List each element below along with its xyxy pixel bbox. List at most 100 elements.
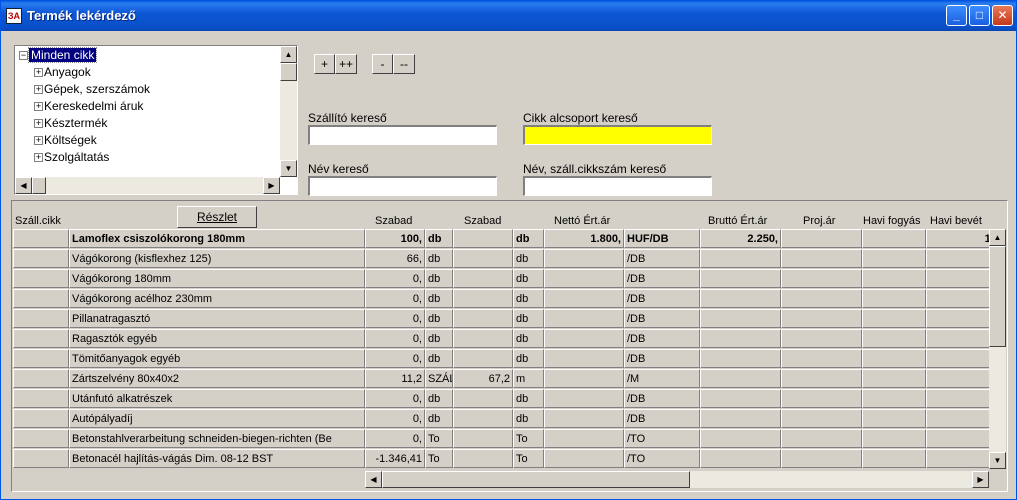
cell-inc[interactable]: [926, 369, 989, 388]
cell-inc[interactable]: [926, 349, 989, 368]
cell-net[interactable]: [544, 389, 624, 408]
cell-proj[interactable]: [781, 249, 862, 268]
cell-free[interactable]: 66,: [365, 249, 425, 268]
cell-cur[interactable]: /DB: [624, 249, 700, 268]
cell-proj[interactable]: [781, 409, 862, 428]
cell-proj[interactable]: [781, 229, 862, 248]
cell-free2[interactable]: [453, 289, 513, 308]
scroll-right-icon[interactable]: ▶: [263, 177, 280, 194]
cell-free[interactable]: 11,2: [365, 369, 425, 388]
close-button[interactable]: ✕: [992, 5, 1013, 26]
cell-gross[interactable]: [700, 329, 781, 348]
cell-gross[interactable]: [700, 309, 781, 328]
cell-free[interactable]: 100,: [365, 229, 425, 248]
tree-vertical-scrollbar[interactable]: ▲ ▼: [280, 46, 297, 177]
cell-name[interactable]: Vágókorong acélhoz 230mm: [69, 289, 365, 308]
cell-free[interactable]: 0,: [365, 289, 425, 308]
cell-free2[interactable]: [453, 249, 513, 268]
cell-cur[interactable]: /TO: [624, 449, 700, 468]
cell-net[interactable]: [544, 449, 624, 468]
cell-free2[interactable]: 67,2: [453, 369, 513, 388]
cell-name[interactable]: Zártszelvény 80x40x2: [69, 369, 365, 388]
cell-free[interactable]: 0,: [365, 269, 425, 288]
expand-icon[interactable]: +: [34, 119, 43, 128]
cell-gross[interactable]: [700, 269, 781, 288]
cell-name[interactable]: Tömitőanyagok egyéb: [69, 349, 365, 368]
cell-gross[interactable]: [700, 289, 781, 308]
cell-unit[interactable]: db: [425, 409, 453, 428]
cell-gross[interactable]: [700, 449, 781, 468]
cell-net[interactable]: [544, 249, 624, 268]
cell-cur[interactable]: /DB: [624, 409, 700, 428]
scroll-left-icon[interactable]: ◀: [15, 177, 32, 194]
cell-use[interactable]: [862, 309, 926, 328]
cell-cur[interactable]: HUF/DB: [624, 229, 700, 248]
cell-inc[interactable]: [926, 329, 989, 348]
scroll-thumb[interactable]: [989, 246, 1006, 347]
scroll-thumb[interactable]: [382, 471, 690, 488]
scroll-down-icon[interactable]: ▼: [989, 452, 1006, 469]
cell-proj[interactable]: [781, 389, 862, 408]
cell-use[interactable]: [862, 409, 926, 428]
expand-icon[interactable]: +: [34, 68, 43, 77]
cell-proj[interactable]: [781, 369, 862, 388]
cell-unit[interactable]: SZÁL: [425, 369, 453, 388]
cell-unit2[interactable]: db: [513, 349, 544, 368]
cell-cur[interactable]: /DB: [624, 269, 700, 288]
cell-code[interactable]: [13, 369, 69, 388]
tree-item[interactable]: + Gépek, szerszámok: [34, 81, 150, 98]
scroll-right-icon[interactable]: ▶: [972, 471, 989, 488]
tree-item[interactable]: + Szolgáltatás: [34, 149, 109, 166]
scroll-up-icon[interactable]: ▲: [280, 46, 297, 63]
table-row[interactable]: Betonstahlverarbeitung schneiden-biegen-…: [13, 429, 989, 449]
cell-use[interactable]: [862, 229, 926, 248]
tree-item[interactable]: + Költségek: [34, 132, 97, 149]
cell-unit[interactable]: db: [425, 329, 453, 348]
cell-net[interactable]: [544, 329, 624, 348]
cell-cur[interactable]: /DB: [624, 389, 700, 408]
table-row[interactable]: Tömitőanyagok egyéb 0, db db/DB: [13, 349, 989, 369]
cell-net[interactable]: [544, 269, 624, 288]
cell-proj[interactable]: [781, 429, 862, 448]
cell-gross[interactable]: [700, 429, 781, 448]
cell-inc[interactable]: [926, 389, 989, 408]
tree-item[interactable]: + Anyagok: [34, 64, 91, 81]
cell-cur[interactable]: /TO: [624, 429, 700, 448]
cell-code[interactable]: [13, 429, 69, 448]
collapse-icon[interactable]: −: [19, 51, 28, 60]
cell-free[interactable]: -1.346,41: [365, 449, 425, 468]
cell-net[interactable]: [544, 289, 624, 308]
tree-item[interactable]: − Minden cikk: [19, 47, 98, 64]
cell-inc[interactable]: [926, 309, 989, 328]
cell-gross[interactable]: [700, 249, 781, 268]
cell-gross[interactable]: [700, 369, 781, 388]
table-row[interactable]: Autópályadíj 0, db db/DB: [13, 409, 989, 429]
cell-code[interactable]: [13, 309, 69, 328]
cell-free2[interactable]: [453, 429, 513, 448]
cell-net[interactable]: [544, 349, 624, 368]
cell-use[interactable]: [862, 389, 926, 408]
cell-use[interactable]: [862, 289, 926, 308]
cell-code[interactable]: [13, 229, 69, 248]
cell-inc[interactable]: [926, 269, 989, 288]
cell-free[interactable]: 0,: [365, 349, 425, 368]
cell-inc[interactable]: [926, 429, 989, 448]
cell-net[interactable]: [544, 369, 624, 388]
expand-icon[interactable]: +: [34, 136, 43, 145]
cell-unit[interactable]: To: [425, 449, 453, 468]
expand-icon[interactable]: +: [34, 85, 43, 94]
expand-icon[interactable]: +: [34, 153, 43, 162]
cell-name[interactable]: Betonacél hajlítás-vágás Dim. 08-12 BST: [69, 449, 365, 468]
cell-net[interactable]: [544, 309, 624, 328]
cell-unit2[interactable]: m: [513, 369, 544, 388]
cell-use[interactable]: [862, 269, 926, 288]
cell-name[interactable]: Lamoflex csiszolókorong 180mm: [69, 229, 365, 248]
cell-code[interactable]: [13, 329, 69, 348]
cell-name[interactable]: Ragasztók egyéb: [69, 329, 365, 348]
cell-proj[interactable]: [781, 349, 862, 368]
cell-code[interactable]: [13, 289, 69, 308]
cell-gross[interactable]: 2.250,: [700, 229, 781, 248]
cell-unit2[interactable]: db: [513, 329, 544, 348]
app-icon[interactable]: ЗА: [6, 8, 22, 24]
scroll-thumb[interactable]: [32, 177, 46, 194]
